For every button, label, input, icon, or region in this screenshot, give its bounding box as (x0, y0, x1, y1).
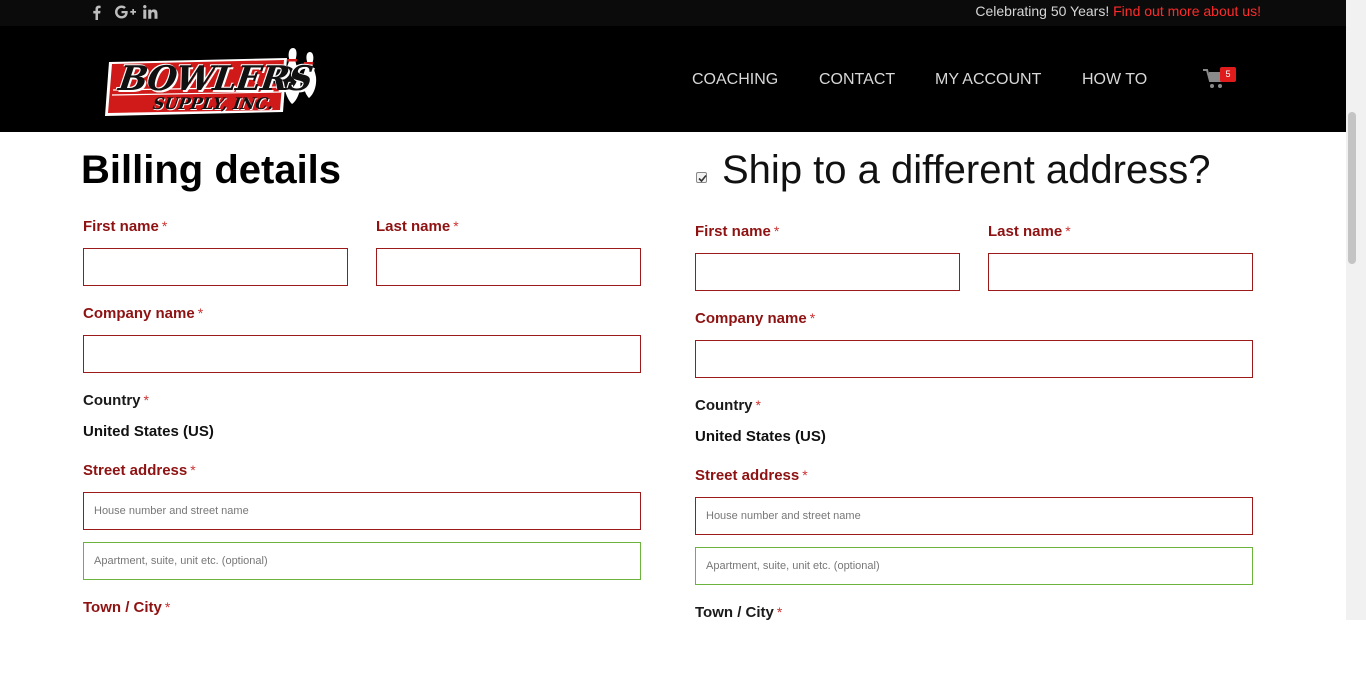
ship-different-checkbox[interactable] (696, 172, 707, 183)
billing-last-name-input[interactable] (376, 248, 641, 286)
required-mark: * (1065, 223, 1071, 239)
label-text: Town / City (83, 599, 162, 616)
label-text: Street address (695, 467, 800, 484)
shipping-country-value: United States (US) (695, 428, 826, 445)
announcement: Celebrating 50 Years! Find out more abou… (975, 3, 1261, 19)
billing-title: Billing details (81, 148, 342, 192)
top-bar: Celebrating 50 Years! Find out more abou… (0, 0, 1346, 26)
required-mark: * (802, 467, 808, 483)
site-header: BOWLERS SUPPLY, INC. COACHING CONTACT MY… (0, 26, 1346, 132)
required-mark: * (164, 599, 171, 615)
required-mark: * (190, 462, 196, 478)
billing-street-input[interactable] (83, 492, 641, 530)
required-mark: * (776, 604, 783, 620)
nav-coaching[interactable]: COACHING (692, 71, 778, 89)
shipping-country-label: Country * (695, 397, 761, 414)
billing-company-input[interactable] (83, 335, 641, 373)
label-text: First name (83, 218, 159, 235)
logo-line1: BOWLERS (116, 59, 315, 99)
shipping-company-label: Company name * (695, 310, 815, 327)
label-text: Last name (376, 218, 451, 235)
shipping-apartment-input[interactable] (695, 547, 1253, 585)
label-text: Country (695, 397, 753, 414)
required-mark: * (453, 218, 459, 234)
nav-contact[interactable]: CONTACT (819, 71, 895, 89)
required-mark: * (809, 310, 816, 326)
label-text: Country (83, 392, 141, 409)
scrollbar-thumb[interactable] (1348, 112, 1356, 264)
label-text: Company name (695, 310, 807, 327)
required-mark: * (755, 397, 761, 413)
scrollbar-track[interactable] (1346, 0, 1366, 620)
google-plus-icon[interactable] (114, 3, 136, 21)
linkedin-icon[interactable] (142, 3, 158, 21)
facebook-icon[interactable] (90, 3, 102, 21)
shipping-first-name-label: First name * (695, 223, 779, 240)
logo-line2: SUPPLY, INC. (151, 94, 275, 113)
nav-how-to[interactable]: HOW TO (1082, 71, 1147, 89)
billing-first-name-label: First name * (83, 218, 167, 235)
label-text: Street address (83, 462, 188, 479)
billing-last-name-label: Last name * (376, 218, 459, 235)
about-us-link[interactable]: Find out more about us! (1113, 3, 1261, 19)
billing-street-label: Street address * (83, 462, 196, 479)
bowlers-supply-logo[interactable]: BOWLERS SUPPLY, INC. (105, 44, 323, 118)
shipping-company-input[interactable] (695, 340, 1253, 378)
shipping-first-name-input[interactable] (695, 253, 960, 291)
shipping-last-name-input[interactable] (988, 253, 1253, 291)
cart-count-badge: 5 (1220, 67, 1236, 82)
shipping-street-input[interactable] (695, 497, 1253, 535)
required-mark: * (143, 392, 149, 408)
billing-apartment-input[interactable] (83, 542, 641, 580)
required-mark: * (161, 218, 168, 234)
announcement-text: Celebrating 50 Years! (975, 3, 1114, 19)
nav-my-account[interactable]: MY ACCOUNT (935, 71, 1041, 89)
shipping-title: Ship to a different address? (722, 148, 1211, 192)
billing-town-label: Town / City * (83, 599, 170, 616)
required-mark: * (773, 223, 780, 239)
label-text: Company name (83, 305, 195, 322)
billing-country-label: Country * (83, 392, 149, 409)
billing-company-label: Company name * (83, 305, 203, 322)
required-mark: * (197, 305, 204, 321)
label-text: Town / City (695, 604, 774, 621)
label-text: Last name (988, 223, 1063, 240)
label-text: First name (695, 223, 771, 240)
shipping-last-name-label: Last name * (988, 223, 1071, 240)
shipping-town-label: Town / City * (695, 604, 782, 621)
shipping-street-label: Street address * (695, 467, 808, 484)
billing-country-value: United States (US) (83, 423, 214, 440)
billing-first-name-input[interactable] (83, 248, 348, 286)
